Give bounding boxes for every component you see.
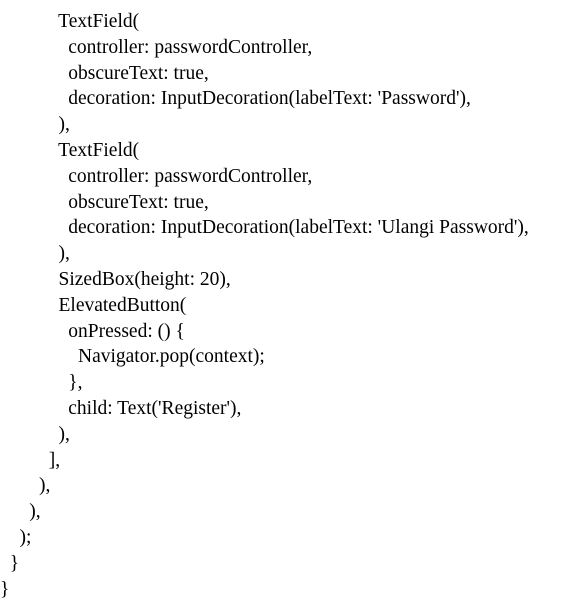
code-line: decoration: InputDecoration(labelText: '… bbox=[0, 217, 529, 239]
code-line: }, bbox=[0, 372, 83, 394]
code-line: } bbox=[0, 578, 10, 600]
code-line: ], bbox=[0, 449, 61, 471]
code-line: TextField( bbox=[0, 139, 140, 161]
code-line: child: Text('Register'), bbox=[0, 397, 242, 419]
code-line: decoration: InputDecoration(labelText: '… bbox=[0, 88, 471, 110]
code-line: obscureText: true, bbox=[0, 62, 209, 84]
code-line: controller: passwordController, bbox=[0, 165, 313, 187]
code-line: } bbox=[0, 552, 20, 574]
code-line: ), bbox=[0, 501, 41, 523]
code-line: ); bbox=[0, 526, 32, 548]
code-line: ), bbox=[0, 423, 70, 445]
code-line: ), bbox=[0, 243, 70, 265]
code-line: ), bbox=[0, 475, 51, 497]
code-line: SizedBox(height: 20), bbox=[0, 268, 231, 290]
code-line: ElevatedButton( bbox=[0, 294, 187, 316]
code-document: TextField( controller: passwordControlle… bbox=[0, 9, 577, 602]
code-line: ), bbox=[0, 114, 70, 136]
code-line: TextField( bbox=[0, 11, 140, 32]
code-line: onPressed: () { bbox=[0, 320, 185, 342]
code-line: controller: passwordController, bbox=[0, 36, 313, 58]
code-line: obscureText: true, bbox=[0, 191, 209, 213]
code-line: Navigator.pop(context); bbox=[0, 346, 265, 368]
